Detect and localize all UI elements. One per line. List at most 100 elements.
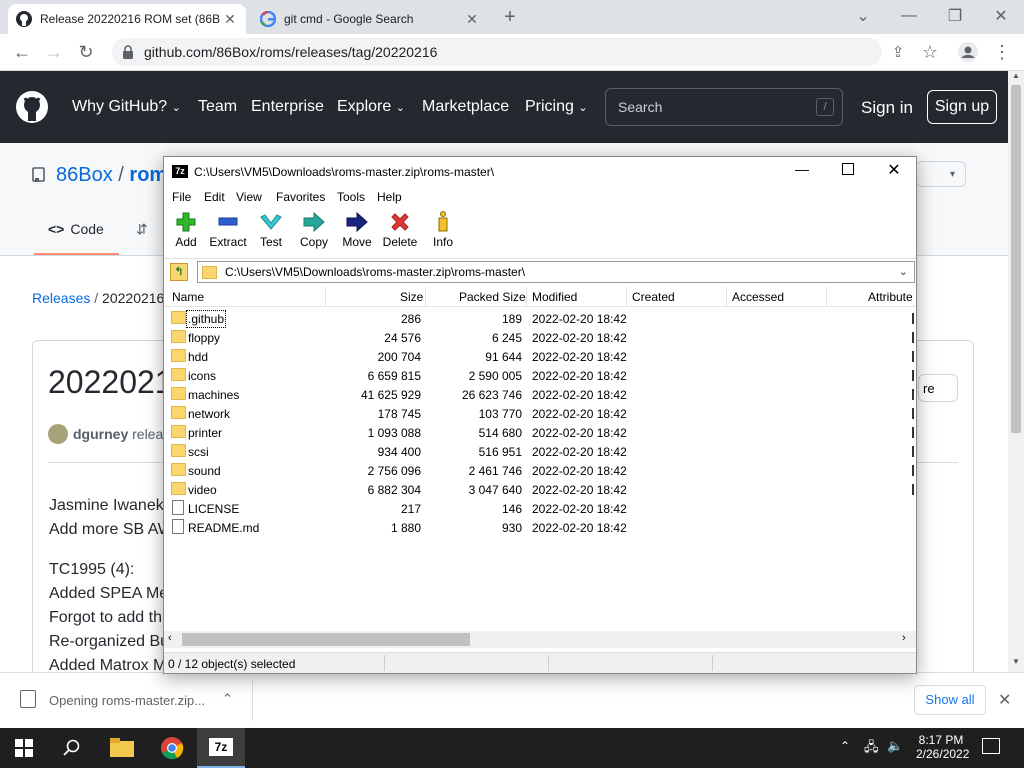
column-divider[interactable] [726, 287, 727, 307]
clock[interactable]: 8:17 PM 2/26/2022 [916, 733, 969, 761]
file-list-row[interactable]: network 178 745 103 770 2022-02-20 18:42 [164, 404, 916, 423]
profile-icon[interactable] [956, 40, 980, 64]
column-divider[interactable] [526, 287, 527, 307]
column-modified[interactable]: Modified [532, 290, 577, 304]
7zip-title-bar[interactable]: 7z C:\Users\VM5\Downloads\roms-master.zi… [164, 157, 916, 187]
chrome-icon[interactable] [148, 728, 196, 768]
repo-name-link[interactable]: rom [129, 164, 167, 186]
reload-icon[interactable]: ↻ [74, 40, 98, 64]
column-name[interactable]: Name [172, 290, 204, 304]
release-action-button[interactable]: re [918, 374, 958, 402]
chevron-up-icon[interactable]: ⌃ [840, 739, 850, 753]
tab-google-search[interactable]: git cmd - Google Search ✕ [252, 4, 488, 34]
column-divider[interactable] [626, 287, 627, 307]
test-button[interactable]: Test [249, 211, 293, 249]
scroll-right-icon[interactable]: › [902, 632, 906, 644]
show-all-button[interactable]: Show all [914, 685, 986, 715]
back-icon[interactable]: ← [10, 40, 34, 64]
delete-button[interactable]: Delete [378, 211, 422, 249]
repo-dropdown-button[interactable]: ▾ [916, 161, 966, 187]
sign-up-button[interactable]: Sign up [927, 90, 997, 124]
tab-code[interactable]: <> Code [48, 221, 104, 237]
network-icon[interactable]: 🖧 [864, 738, 879, 760]
7zip-taskbar-icon[interactable]: 7z [197, 728, 245, 768]
download-item-label[interactable]: Opening roms-master.zip... [49, 693, 205, 708]
path-input[interactable]: C:\Users\VM5\Downloads\roms-master.zip\r… [197, 261, 915, 283]
column-divider[interactable] [325, 287, 326, 307]
repo-owner-link[interactable]: 86Box [56, 164, 113, 186]
close-window-icon[interactable]: ✕ [978, 0, 1024, 32]
menu-help[interactable]: Help [377, 190, 402, 204]
maximize-icon[interactable] [842, 163, 854, 175]
nav-marketplace[interactable]: Marketplace [422, 98, 509, 116]
sign-in-link[interactable]: Sign in [861, 98, 913, 118]
file-list-row[interactable]: sound 2 756 096 2 461 746 2022-02-20 18:42 [164, 461, 916, 480]
file-list-row[interactable]: video 6 882 304 3 047 640 2022-02-20 18:42 [164, 480, 916, 499]
restore-icon[interactable]: ❐ [932, 0, 978, 32]
tab-github-release[interactable]: Release 20220216 ROM set (86B ✕ [8, 4, 246, 34]
scroll-down-icon[interactable]: ▼ [1008, 657, 1024, 671]
file-list-row[interactable]: printer 1 093 088 514 680 2022-02-20 18:42 [164, 423, 916, 442]
column-packed-size[interactable]: Packed Size [459, 290, 526, 304]
minimize-icon[interactable]: — [886, 0, 932, 32]
close-tab-icon[interactable]: ✕ [464, 11, 480, 28]
minimize-icon[interactable]: — [784, 161, 820, 177]
file-explorer-icon[interactable] [98, 728, 146, 768]
column-accessed[interactable]: Accessed [732, 290, 784, 304]
column-attributes[interactable]: Attribute [868, 290, 913, 304]
chevron-down-icon[interactable]: ⌄ [899, 265, 908, 278]
breadcrumb-releases-link[interactable]: Releases [32, 290, 90, 306]
search-icon[interactable] [48, 728, 96, 768]
share-icon[interactable]: ⇪ [886, 40, 910, 64]
column-divider[interactable] [826, 287, 827, 307]
file-list-row[interactable]: .github 286 189 2022-02-20 18:42 [164, 309, 916, 328]
column-size[interactable]: Size [400, 290, 423, 304]
menu-favorites[interactable]: Favorites [276, 190, 325, 204]
file-list-row[interactable]: README.md 1 880 930 2022-02-20 18:42 [164, 518, 916, 537]
scrollbar-thumb[interactable] [1011, 85, 1021, 433]
menu-view[interactable]: View [236, 190, 262, 204]
volume-icon[interactable]: 🔈 [887, 738, 903, 754]
close-tab-icon[interactable]: ✕ [222, 11, 238, 28]
page-scrollbar[interactable]: ▲ ▼ [1008, 71, 1024, 672]
menu-edit[interactable]: Edit [204, 190, 225, 204]
menu-kebab-icon[interactable]: ⋮ [990, 40, 1014, 64]
forward-icon[interactable]: → [42, 40, 66, 64]
extract-button[interactable]: Extract [206, 211, 250, 249]
file-list-row[interactable]: hdd 200 704 91 644 2022-02-20 18:42 [164, 347, 916, 366]
menu-file[interactable]: File [172, 190, 191, 204]
tab-search-icon[interactable]: ⌄ [840, 0, 886, 32]
new-tab-button[interactable]: + [498, 6, 522, 30]
address-bar[interactable]: github.com/86Box/roms/releases/tag/20220… [112, 38, 882, 66]
menu-tools[interactable]: Tools [337, 190, 365, 204]
nav-explore[interactable]: Explore ⌄ [337, 98, 405, 116]
chevron-up-icon[interactable]: ⌃ [222, 691, 233, 707]
file-list-row[interactable]: floppy 24 576 6 245 2022-02-20 18:42 [164, 328, 916, 347]
horizontal-scrollbar[interactable]: ‹ › [164, 631, 916, 648]
nav-enterprise[interactable]: Enterprise [251, 98, 324, 116]
column-divider[interactable] [425, 287, 426, 307]
bookmark-star-icon[interactable]: ☆ [918, 40, 942, 64]
pull-request-icon[interactable]: ⇵ [136, 221, 148, 238]
file-list-row[interactable]: scsi 934 400 516 951 2022-02-20 18:42 [164, 442, 916, 461]
github-logo-icon[interactable] [16, 91, 48, 123]
author-link[interactable]: dgurney [73, 426, 128, 442]
move-button[interactable]: Move [335, 211, 379, 249]
github-search-input[interactable]: Search / [605, 88, 843, 126]
file-list-row[interactable]: machines 41 625 929 26 623 746 2022-02-20 1… [164, 385, 916, 404]
info-button[interactable]: Info [421, 211, 465, 249]
nav-why-github[interactable]: Why GitHub? ⌄ [72, 98, 181, 116]
close-icon[interactable]: ✕ [876, 160, 912, 180]
file-list-row[interactable]: LICENSE 217 146 2022-02-20 18:42 [164, 499, 916, 518]
nav-pricing[interactable]: Pricing ⌄ [525, 98, 588, 116]
close-download-bar-icon[interactable]: ✕ [998, 690, 1011, 710]
nav-team[interactable]: Team [198, 98, 237, 116]
windows-start-icon[interactable] [0, 728, 48, 768]
add-button[interactable]: Add [164, 211, 208, 249]
file-list-row[interactable]: icons 6 659 815 2 590 005 2022-02-20 18:42 [164, 366, 916, 385]
notification-icon[interactable] [982, 738, 1000, 754]
up-folder-icon[interactable]: ↰ [170, 263, 188, 281]
copy-button[interactable]: Copy [292, 211, 336, 249]
scroll-up-icon[interactable]: ▲ [1008, 71, 1024, 85]
column-created[interactable]: Created [632, 290, 675, 304]
